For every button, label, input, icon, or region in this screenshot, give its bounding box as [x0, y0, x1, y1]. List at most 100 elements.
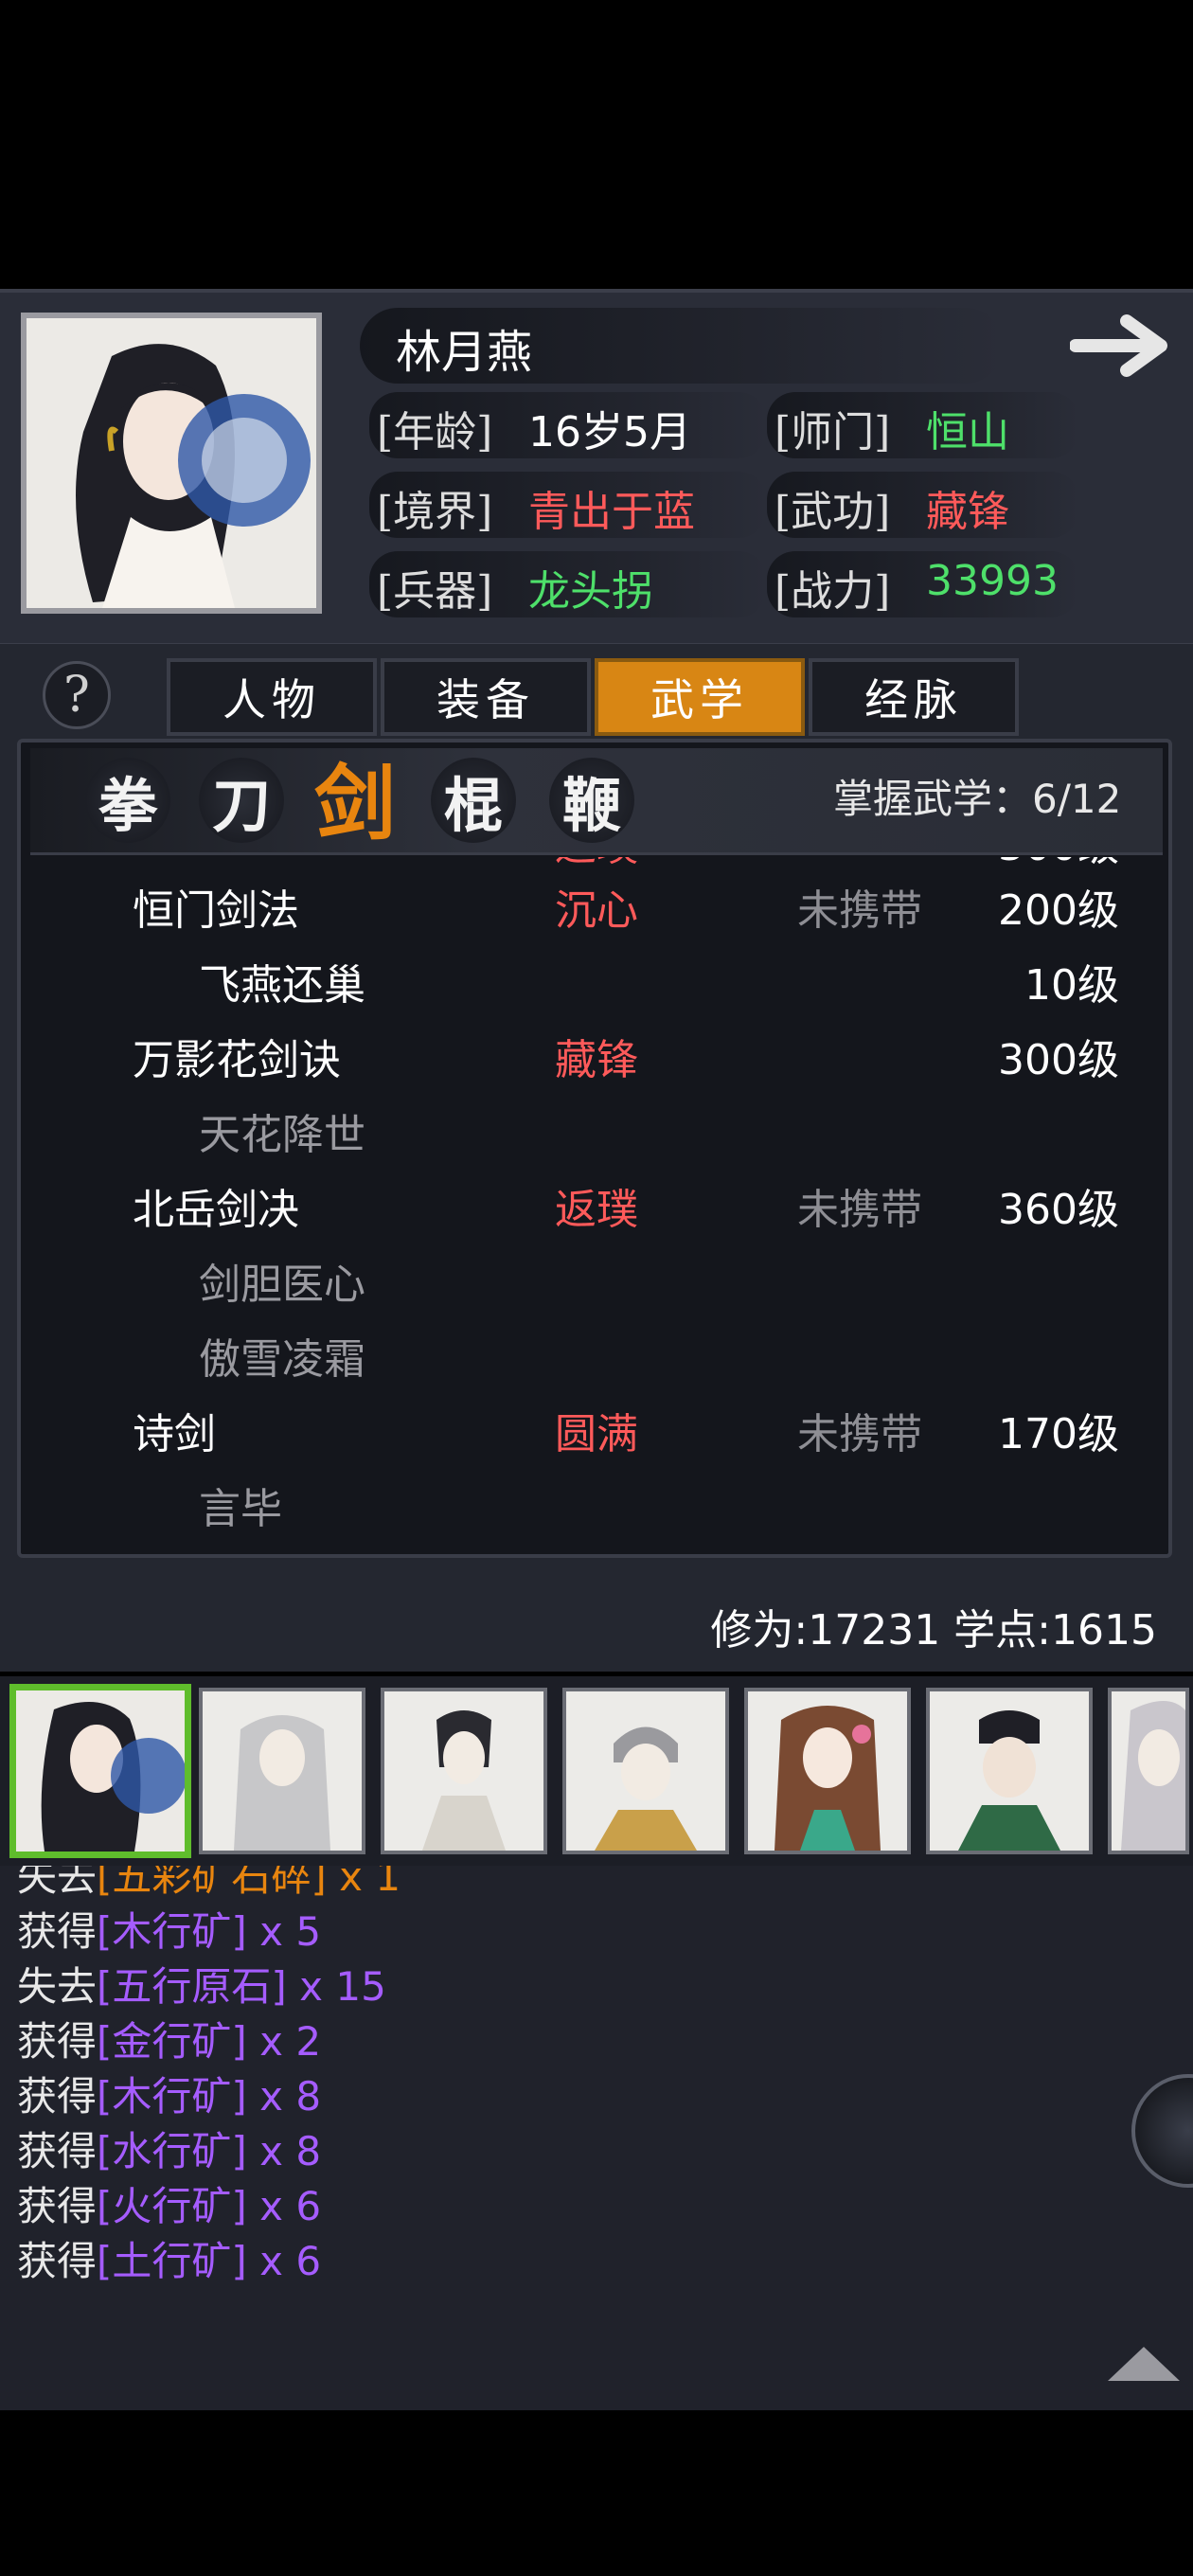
tab-meridians[interactable]: 经脉	[809, 658, 1019, 736]
log-qty: x 6	[246, 2183, 322, 2229]
weapon-type-sword[interactable]: 剑	[312, 753, 398, 851]
log-verb: 获得	[17, 2073, 98, 2120]
skill-state: 返璞	[555, 857, 638, 872]
skill-level: 360级	[998, 1186, 1119, 1234]
log-entry: 获得[土行矿] x 6	[17, 2229, 321, 2287]
skill-state: 返璞	[555, 1186, 638, 1234]
roster-card[interactable]	[926, 1688, 1093, 1854]
roster-card-partial[interactable]	[1108, 1688, 1189, 1854]
log-entry: 获得[木行矿] x 5	[17, 1900, 321, 1958]
cultivation-stats: 修为:17231 学点:1615	[710, 1606, 1157, 1655]
log-verb: 获得	[17, 2183, 98, 2229]
log-item: [木行矿]	[97, 2073, 247, 2120]
skill-row[interactable]: 诗剑 圆满 未携带 170级	[34, 1400, 1161, 1475]
skill-name: 万影花剑诀	[133, 1036, 341, 1084]
log-verb: 获得	[17, 2128, 98, 2174]
weapon-type-staff[interactable]: 棍	[431, 758, 516, 843]
sub-skill-row[interactable]: 飞燕还巢 10级	[34, 951, 1161, 1026]
roster-portrait	[203, 1691, 362, 1851]
sect-value: 恒山	[926, 408, 1009, 456]
character-name: 林月燕	[396, 326, 533, 379]
sub-skill-name: 傲雪凌霜	[199, 1335, 365, 1384]
weapon-value: 龙头拐	[528, 567, 653, 616]
skill-carry-status: 未携带	[797, 1186, 922, 1234]
log-qty: x 8	[246, 2128, 322, 2174]
skill-carry-status: 未携带	[797, 1410, 922, 1458]
log-entry: 失去[五行原石] x 15	[17, 1955, 386, 2012]
sub-skill-row[interactable]: 天花降世	[34, 1100, 1161, 1175]
roster-portrait	[748, 1691, 907, 1851]
roster-card[interactable]	[199, 1688, 365, 1854]
sub-skill-name: 言毕	[199, 1485, 282, 1533]
tab-equipment[interactable]: 装备	[381, 658, 591, 736]
skill-list[interactable]: 返璞 300级 恒门剑法 沉心 未携带 200级 飞燕还巢 10级 万影花剑诀 …	[34, 857, 1161, 1553]
roster-portrait	[16, 1690, 185, 1852]
sub-skill-level: 10级	[1024, 961, 1119, 1010]
character-portrait	[21, 313, 322, 614]
roster-portrait	[566, 1691, 725, 1851]
next-arrow-icon[interactable]	[1069, 308, 1174, 384]
roster-card-selected[interactable]	[9, 1684, 191, 1858]
sub-skill-row[interactable]: 言毕	[34, 1475, 1161, 1549]
roster-card[interactable]	[562, 1688, 729, 1854]
event-log[interactable]: 失去[五彩矿石碎] x 1 获得[木行矿] x 5 失去[五行原石] x 15 …	[0, 1866, 1193, 2410]
log-item: [木行矿]	[97, 1908, 247, 1955]
skill-level: 300级	[998, 1036, 1119, 1084]
power-value: 33993	[926, 557, 1059, 605]
log-item: [土行矿]	[97, 2238, 247, 2284]
portrait-illustration	[27, 318, 316, 608]
skill-carry-status: 未携带	[797, 886, 922, 935]
log-verb: 失去	[17, 1866, 98, 1900]
log-item: [五彩矿石碎]	[97, 1866, 327, 1900]
log-verb: 获得	[17, 1908, 98, 1955]
log-entry: 获得[金行矿] x 2	[17, 2010, 321, 2067]
skill-level: 300级	[998, 857, 1119, 872]
age-label: [年龄]	[377, 408, 493, 456]
log-entry: 失去[五彩矿石碎] x 1	[17, 1866, 401, 1903]
roster-portrait	[384, 1691, 543, 1851]
tab-martial-arts[interactable]: 武学	[595, 658, 805, 736]
skill-row[interactable]: 恒门剑法 沉心 未携带 200级	[34, 876, 1161, 951]
skill-level: 170级	[998, 1410, 1119, 1458]
log-entry: 获得[木行矿] x 8	[17, 2065, 321, 2122]
roster-portrait	[1112, 1691, 1185, 1851]
weapon-type-blade[interactable]: 刀	[199, 758, 284, 843]
realm-value: 青出于蓝	[528, 488, 695, 536]
log-entry: 获得[水行矿] x 8	[17, 2120, 321, 2177]
skill-name: 诗剑	[133, 1410, 216, 1458]
martial-value: 藏锋	[926, 488, 1009, 536]
log-verb: 获得	[17, 2238, 98, 2284]
skill-name: 北岳剑决	[133, 1186, 299, 1234]
skill-row[interactable]: 北岳剑决 返璞 未携带 360级	[34, 1175, 1161, 1250]
power-label: [战力]	[775, 567, 891, 616]
log-entry: 获得[火行矿] x 6	[17, 2174, 321, 2232]
weapon-label: [兵器]	[377, 567, 493, 616]
tab-character[interactable]: 人物	[167, 658, 377, 736]
skill-state: 沉心	[555, 886, 638, 935]
scroll-up-icon[interactable]	[1108, 2347, 1180, 2381]
mastery-count: 掌握武学：6/12	[833, 776, 1122, 822]
weapon-type-whip[interactable]: 鞭	[549, 758, 634, 843]
sub-skill-row[interactable]: 傲雪凌霜	[34, 1325, 1161, 1400]
log-item: [五行原石]	[97, 1963, 287, 2010]
help-icon[interactable]: ?	[43, 661, 111, 729]
character-roster[interactable]	[0, 1676, 1193, 1866]
weapon-type-fist[interactable]: 拳	[85, 758, 170, 843]
log-verb: 获得	[17, 2018, 98, 2065]
log-qty: x 1	[326, 1866, 401, 1900]
skill-level: 200级	[998, 886, 1119, 935]
sub-skill-name: 剑胆医心	[199, 1261, 365, 1309]
log-qty: x 15	[286, 1963, 386, 2010]
sect-label: [师门]	[775, 408, 891, 456]
sub-skill-name: 飞燕还巢	[199, 961, 365, 1010]
roster-card[interactable]	[381, 1688, 547, 1854]
sub-skill-name: 天花降世	[199, 1111, 365, 1159]
skill-state: 圆满	[555, 1410, 638, 1458]
sub-skill-row[interactable]: 剑胆医心	[34, 1250, 1161, 1325]
log-qty: x 8	[246, 2073, 322, 2120]
roster-card[interactable]	[744, 1688, 911, 1854]
skill-row[interactable]: 万影花剑诀 藏锋 300级	[34, 1026, 1161, 1100]
realm-label: [境界]	[377, 488, 493, 536]
log-qty: x 5	[246, 1908, 322, 1955]
log-item: [水行矿]	[97, 2128, 247, 2174]
